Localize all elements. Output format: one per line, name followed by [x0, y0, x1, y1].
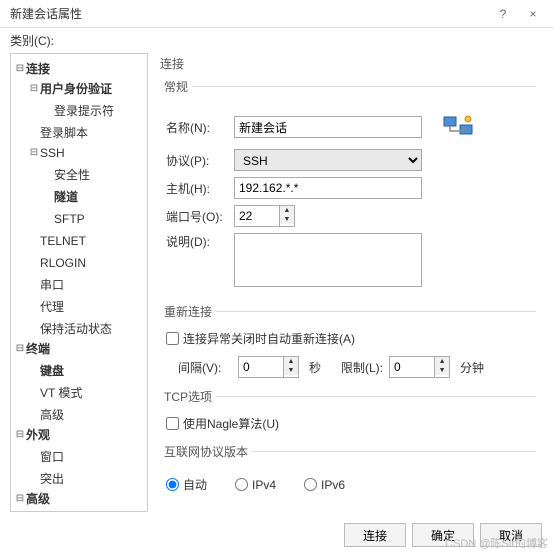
desc-textarea[interactable]: [234, 233, 422, 287]
interval-spinner[interactable]: ▲▼: [238, 356, 299, 378]
tree-login-script[interactable]: 登录脚本: [29, 124, 88, 142]
limit-spinner[interactable]: ▲▼: [389, 356, 450, 378]
ip-v4[interactable]: IPv4: [235, 478, 276, 492]
tree-appearance[interactable]: ⊟外观: [15, 426, 50, 444]
tree-advanced[interactable]: ⊟高级: [15, 490, 50, 508]
ip-auto[interactable]: 自动: [166, 476, 207, 493]
tcp-legend: TCP选项: [160, 388, 216, 405]
tree-sftp[interactable]: SFTP: [43, 210, 85, 228]
port-input[interactable]: [234, 205, 280, 227]
connect-button[interactable]: 连接: [344, 523, 406, 547]
interval-label: 间隔(V):: [178, 359, 232, 376]
tree-keepalive[interactable]: 保持活动状态: [29, 320, 112, 338]
proto-select[interactable]: SSH: [234, 149, 422, 171]
tree-vtmode[interactable]: VT 模式: [29, 384, 82, 402]
proto-label: 协议(P):: [160, 152, 234, 169]
reconnect-group: 重新连接 连接异常关闭时自动重新连接(A) 间隔(V): ▲▼ 秒 限制(L):…: [160, 303, 536, 378]
general-group: 常规 名称(N): 协议(P): SSH 主机(H): 端口号(O): ▲▼: [160, 78, 536, 293]
reconnect-checkbox[interactable]: 连接异常关闭时自动重新连接(A): [166, 330, 355, 347]
tree-proxy[interactable]: 代理: [29, 298, 64, 316]
interval-input[interactable]: [238, 356, 284, 378]
tree-tunnel[interactable]: 隧道: [43, 188, 78, 206]
port-down[interactable]: ▼: [280, 215, 294, 224]
general-legend: 常规: [160, 78, 192, 95]
port-spinner[interactable]: ▲▼: [234, 205, 295, 227]
ipver-legend: 互联网协议版本: [160, 443, 252, 460]
tree-connection[interactable]: ⊟连接: [15, 60, 50, 78]
tree-terminal[interactable]: ⊟终端: [15, 340, 50, 358]
name-label: 名称(N):: [160, 119, 234, 136]
desc-label: 说明(D):: [160, 233, 234, 250]
help-button[interactable]: ?: [488, 4, 518, 24]
port-up[interactable]: ▲: [280, 206, 294, 215]
category-label: 类别(C):: [0, 28, 554, 51]
panel-title: 连接: [160, 55, 536, 72]
tcp-group: TCP选项 使用Nagle算法(U): [160, 388, 536, 433]
network-icon: [442, 111, 474, 143]
limit-unit: 分钟: [460, 359, 484, 376]
ip-v6[interactable]: IPv6: [304, 478, 345, 492]
nagle-checkbox[interactable]: 使用Nagle算法(U): [166, 415, 279, 432]
host-input[interactable]: [234, 177, 422, 199]
tree-serial[interactable]: 串口: [29, 276, 64, 294]
title-bar: 新建会话属性 ? ×: [0, 0, 554, 28]
tree-login-prompt[interactable]: 登录提示符: [43, 102, 114, 120]
tree-adv[interactable]: 高级: [29, 406, 64, 424]
window-title: 新建会话属性: [10, 5, 488, 22]
tree-ssh[interactable]: ⊟SSH: [29, 144, 65, 162]
name-input[interactable]: [234, 116, 422, 138]
port-label: 端口号(O):: [160, 208, 234, 225]
ipver-group: 互联网协议版本 自动 IPv4 IPv6: [160, 443, 536, 493]
limit-label: 限制(L):: [341, 359, 383, 376]
ok-button[interactable]: 确定: [412, 523, 474, 547]
tree-security[interactable]: 安全性: [43, 166, 90, 184]
tree-auth[interactable]: ⊟用户身份验证: [29, 80, 112, 98]
limit-input[interactable]: [389, 356, 435, 378]
tree-keyboard[interactable]: 键盘: [29, 362, 64, 380]
host-label: 主机(H):: [160, 180, 234, 197]
tree-window[interactable]: 窗口: [29, 448, 64, 466]
tree-highlight[interactable]: 突出: [29, 470, 64, 488]
dialog-footer: 连接 确定 取消: [344, 523, 542, 547]
interval-unit: 秒: [309, 359, 321, 376]
tree-rlogin[interactable]: RLOGIN: [29, 254, 86, 272]
category-tree[interactable]: ⊟连接 ⊟用户身份验证 登录提示符 登录脚本 ⊟SSH 安全性 隧道 SFTP …: [10, 53, 148, 512]
cancel-button[interactable]: 取消: [480, 523, 542, 547]
reconnect-legend: 重新连接: [160, 303, 216, 320]
content-panel: 连接 常规 名称(N): 协议(P): SSH 主机(H): 端口号(O): ▲…: [154, 51, 554, 512]
close-button[interactable]: ×: [518, 4, 548, 24]
tree-telnet[interactable]: TELNET: [29, 232, 86, 250]
